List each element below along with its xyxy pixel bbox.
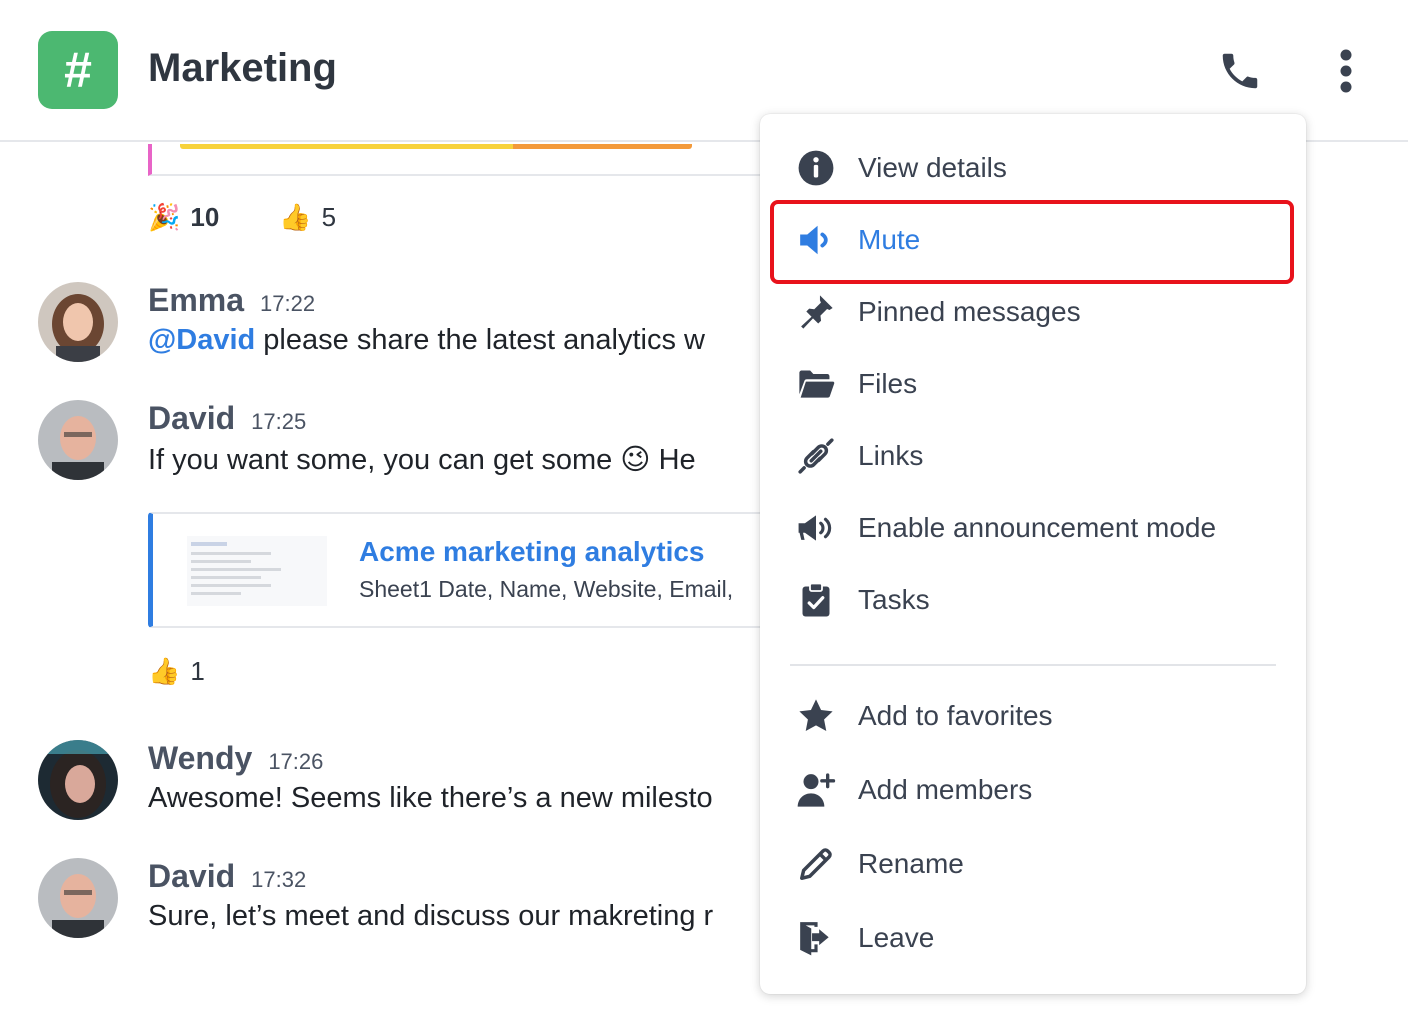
star-icon xyxy=(796,696,836,736)
avatar[interactable] xyxy=(38,282,118,362)
message-item: Emma 17:22 @David please share the lates… xyxy=(38,282,798,372)
user-mention[interactable]: @David xyxy=(148,324,255,356)
menu-item-files[interactable]: Files xyxy=(772,348,1292,420)
reactions-row: 👍 1 xyxy=(148,656,205,687)
link-preview-title[interactable]: Acme marketing analytics xyxy=(359,536,705,568)
message-item: David 17:25 If you want some, you can ge… xyxy=(38,400,798,490)
message-author[interactable]: David xyxy=(148,858,235,895)
message-text: Awesome! Seems like there’s a new milest… xyxy=(148,782,713,814)
call-button[interactable] xyxy=(1212,46,1268,96)
pencil-icon xyxy=(796,844,836,884)
message-text: If you want some, you can get some 😉 He xyxy=(148,444,696,476)
menu-item-label: Rename xyxy=(858,848,964,879)
avatar[interactable] xyxy=(38,858,118,938)
menu-item-tasks[interactable]: Tasks xyxy=(772,564,1292,636)
menu-item-leave[interactable]: Leave xyxy=(772,902,1292,974)
thumbs-up-icon: 👍 xyxy=(148,656,181,686)
spreadsheet-thumbnail xyxy=(187,536,327,606)
menu-item-add-members[interactable]: Add members xyxy=(772,754,1292,826)
menu-item-add-to-favorites[interactable]: Add to favorites xyxy=(772,680,1292,752)
menu-item-label: View details xyxy=(858,152,1007,183)
previous-attachment[interactable] xyxy=(148,144,768,176)
menu-item-label: Tasks xyxy=(858,584,930,615)
message-text: @David please share the latest analytics… xyxy=(148,324,798,357)
reaction-thumbs-up[interactable]: 👍 1 xyxy=(148,656,205,687)
menu-item-label: Mute xyxy=(858,224,921,255)
message-time: 17:22 xyxy=(260,291,316,316)
menu-item-announcement-mode[interactable]: Enable announcement mode xyxy=(772,492,1292,564)
menu-item-mute[interactable]: Mute xyxy=(772,204,1292,276)
link-icon xyxy=(796,436,836,476)
megaphone-icon xyxy=(796,508,836,548)
more-options-button[interactable] xyxy=(1326,46,1366,96)
message-time: 17:32 xyxy=(251,867,307,892)
message-time: 17:26 xyxy=(268,749,324,774)
menu-item-label: Enable announcement mode xyxy=(858,512,1217,543)
menu-item-label: Files xyxy=(858,368,918,399)
info-icon xyxy=(796,148,836,188)
message-item: Wendy 17:26 Awesome! Seems like there’s … xyxy=(38,740,798,830)
message-body: please share the latest analytics w xyxy=(255,324,705,356)
message-author[interactable]: Emma xyxy=(148,282,244,319)
message-author[interactable]: David xyxy=(148,400,235,437)
message-text: Sure, let’s meet and discuss our makreti… xyxy=(148,900,714,932)
link-preview-card[interactable]: Acme marketing analytics Sheet1 Date, Na… xyxy=(148,512,768,628)
message-time: 17:25 xyxy=(251,409,307,434)
reaction-count: 1 xyxy=(190,656,205,686)
channel-hash-icon: # xyxy=(38,31,118,109)
menu-item-label: Add members xyxy=(858,774,1033,805)
menu-item-label: Pinned messages xyxy=(858,296,1081,327)
link-preview-description: Sheet1 Date, Name, Website, Email, xyxy=(359,576,734,602)
reaction-count: 10 xyxy=(190,202,220,232)
add-user-icon xyxy=(796,770,836,810)
message-author[interactable]: Wendy xyxy=(148,740,252,777)
menu-item-links[interactable]: Links xyxy=(772,420,1292,492)
menu-item-pinned-messages[interactable]: Pinned messages xyxy=(772,276,1292,348)
reaction-party[interactable]: 🎉 10 xyxy=(148,202,219,233)
folder-icon xyxy=(796,364,836,404)
menu-item-view-details[interactable]: View details xyxy=(772,132,1292,204)
menu-item-label: Add to favorites xyxy=(858,700,1053,731)
message-item: David 17:32 Sure, let’s meet and discuss… xyxy=(38,858,798,948)
menu-divider xyxy=(790,664,1276,666)
more-vertical-icon xyxy=(1340,49,1352,93)
reaction-count: 5 xyxy=(321,202,337,232)
pin-icon xyxy=(796,292,836,332)
menu-item-rename[interactable]: Rename xyxy=(772,828,1292,900)
clipboard-check-icon xyxy=(796,580,836,620)
avatar[interactable] xyxy=(38,740,118,820)
party-popper-icon: 🎉 xyxy=(148,202,181,232)
reactions-row: 🎉 10 👍 5 xyxy=(148,202,336,233)
menu-item-label: Leave xyxy=(858,922,935,953)
phone-icon xyxy=(1222,53,1258,89)
thumbs-up-icon: 👍 xyxy=(279,202,312,232)
attachment-preview-bar xyxy=(180,144,692,149)
menu-item-label: Links xyxy=(858,440,924,471)
leave-icon xyxy=(796,918,836,958)
avatar[interactable] xyxy=(38,400,118,480)
channel-options-menu: View details Mute Pinned messages Files … xyxy=(760,114,1306,994)
speaker-icon xyxy=(796,220,836,260)
channel-title: Marketing xyxy=(148,46,337,90)
reaction-thumbs-up[interactable]: 👍 5 xyxy=(279,202,336,233)
